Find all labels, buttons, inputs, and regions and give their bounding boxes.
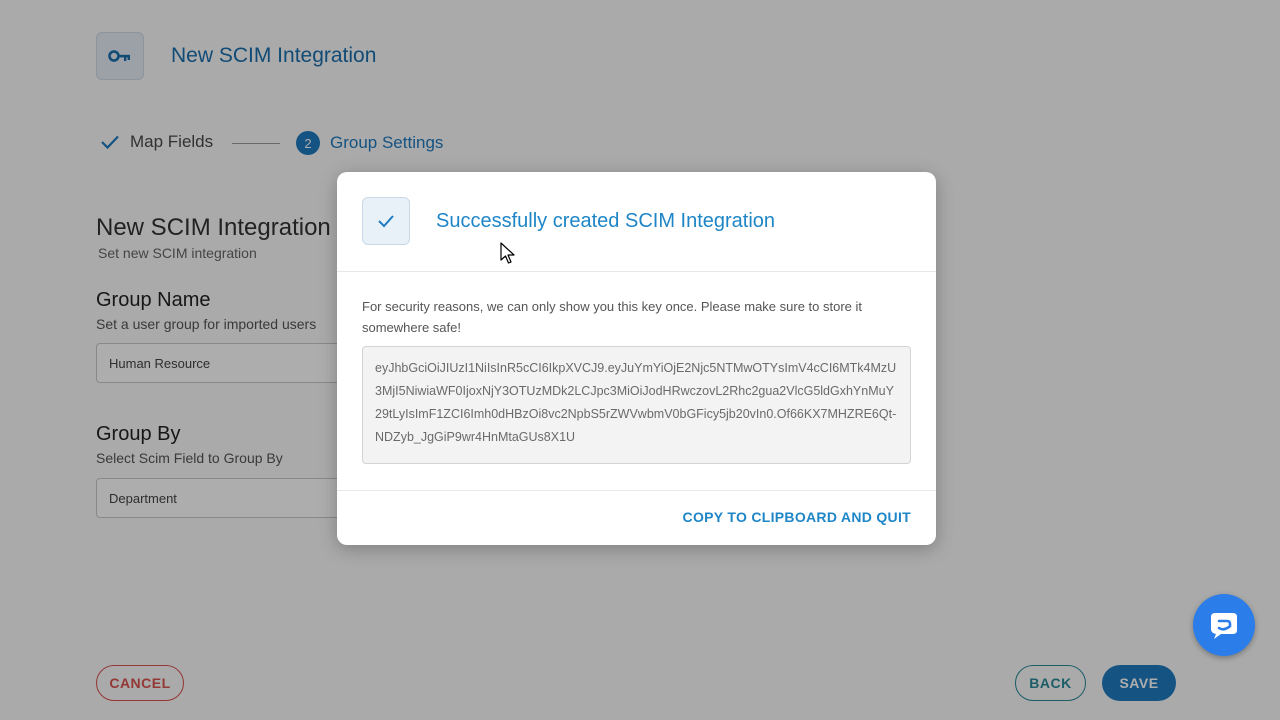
chat-button[interactable] xyxy=(1193,594,1255,656)
api-key-field[interactable]: eyJhbGciOiJIUzI1NiIsInR5cCI6IkpXVCJ9.eyJ… xyxy=(362,346,911,464)
check-icon xyxy=(378,215,394,228)
mouse-cursor-icon xyxy=(500,242,515,264)
dialog-header: Successfully created SCIM Integration xyxy=(337,172,936,272)
copy-to-clipboard-button[interactable]: COPY TO CLIPBOARD AND QUIT xyxy=(683,509,911,525)
dialog-message: For security reasons, we can only show y… xyxy=(362,299,863,335)
chat-icon xyxy=(1211,613,1237,639)
success-icon-tile xyxy=(362,197,410,245)
dialog-divider xyxy=(337,490,936,491)
success-dialog: Successfully created SCIM Integration Fo… xyxy=(337,172,936,545)
dialog-title: Successfully created SCIM Integration xyxy=(436,210,776,232)
